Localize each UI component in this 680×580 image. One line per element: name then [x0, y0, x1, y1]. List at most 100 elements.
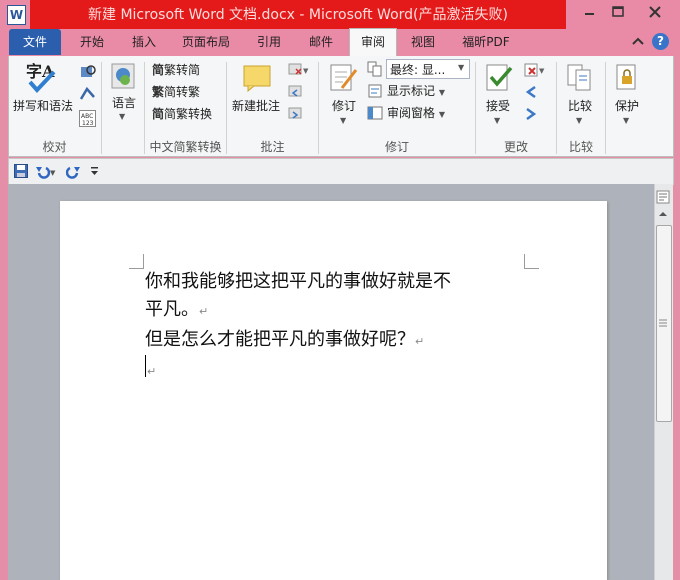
customize-toolbar-icon[interactable]: [90, 165, 100, 180]
window-title: 新建 Microsoft Word 文档.docx - Microsoft Wo…: [88, 7, 508, 23]
svg-text:▼: ▼: [303, 67, 309, 75]
group-label-comments: 批注: [260, 140, 285, 154]
tab-view[interactable]: 视图: [401, 29, 445, 55]
conversion-button[interactable]: 简简繁转换: [152, 105, 212, 122]
previous-comment-icon[interactable]: [287, 84, 303, 103]
group-label-proofing: 校对: [42, 140, 67, 154]
to-simplified-label: 简转繁: [164, 85, 201, 99]
svg-text:ABC: ABC: [81, 113, 93, 120]
language-icon: [110, 62, 138, 95]
paragraph-mark: ↵: [415, 335, 425, 348]
minimize-icon: [585, 13, 594, 15]
accept-button[interactable]: 接受: [486, 97, 510, 114]
track-changes-dropdown-icon[interactable]: ▼: [340, 116, 346, 125]
close-button[interactable]: [633, 0, 677, 24]
show-markup-label: 显示标记: [387, 84, 436, 98]
language-dropdown-icon[interactable]: ▼: [119, 112, 125, 121]
reject-icon[interactable]: ▼: [523, 62, 547, 81]
track-changes-button[interactable]: 修订: [332, 97, 356, 114]
display-for-review-icon: [367, 61, 383, 80]
to-traditional-button[interactable]: 简繁转简: [152, 61, 200, 78]
compare-button[interactable]: 比较: [568, 97, 592, 114]
paragraph-mark: ↵: [199, 305, 209, 318]
previous-change-icon[interactable]: [523, 84, 539, 103]
crop-mark: [129, 254, 144, 269]
research-icon[interactable]: [79, 64, 97, 83]
close-icon: [649, 6, 661, 18]
chevron-down-icon: ▼: [438, 88, 445, 97]
chevron-down-icon: ▼: [438, 110, 445, 119]
language-button[interactable]: 语言: [112, 94, 136, 111]
compare-dropdown-icon[interactable]: ▼: [576, 116, 582, 125]
to-traditional-label: 繁转简: [164, 63, 201, 77]
doc-line-text: 平凡。: [145, 299, 199, 320]
group-separator: [101, 62, 102, 154]
tab-references[interactable]: 引用: [247, 29, 291, 55]
spelling-grammar-icon: 字A: [22, 60, 64, 97]
tab-file[interactable]: 文件: [9, 29, 61, 55]
save-icon[interactable]: [14, 164, 28, 181]
crop-mark: [524, 254, 539, 269]
tab-foxit-pdf[interactable]: 福昕PDF: [454, 29, 518, 55]
doc-line-text: 但是怎么才能把平凡的事做好呢？: [145, 329, 415, 350]
doc-line: 平凡。↵: [145, 296, 545, 326]
tab-page-layout[interactable]: 页面布局: [176, 29, 236, 55]
tab-review[interactable]: 审阅: [349, 28, 397, 57]
to-simplified-button[interactable]: 繁简转繁: [152, 83, 200, 100]
maximize-icon: [612, 6, 624, 17]
show-markup-button[interactable]: 显示标记 ▼: [387, 82, 445, 99]
protect-dropdown-icon[interactable]: ▼: [623, 116, 629, 125]
thesaurus-icon[interactable]: [79, 86, 97, 106]
reviewing-pane-icon: [367, 105, 383, 124]
protect-button[interactable]: 保护: [615, 97, 639, 114]
group-label-changes: 更改: [503, 140, 528, 154]
show-markup-icon: [367, 83, 383, 102]
undo-icon[interactable]: ▼: [34, 163, 58, 182]
help-button[interactable]: ?: [652, 33, 669, 50]
ruler-toggle-icon[interactable]: [656, 190, 670, 207]
group-separator: [605, 62, 606, 154]
minimize-button[interactable]: [575, 0, 604, 24]
collapse-ribbon-button[interactable]: [631, 35, 645, 52]
accept-dropdown-icon[interactable]: ▼: [494, 116, 500, 125]
word-logo-icon[interactable]: W: [7, 5, 26, 25]
doc-line: 你和我能够把这把平凡的事做好就是不: [145, 271, 451, 292]
group-label-chinese-conversion: 中文简繁转换: [149, 140, 222, 154]
new-comment-icon: [242, 64, 274, 95]
word-count-icon[interactable]: ABC 123: [79, 110, 97, 131]
new-comment-button[interactable]: 新建批注: [232, 97, 280, 114]
protect-icon: [613, 62, 641, 97]
next-comment-icon[interactable]: [287, 106, 303, 125]
chevron-up-icon: [632, 37, 644, 45]
compare-icon: [566, 62, 594, 97]
maximize-button[interactable]: [604, 0, 633, 24]
paragraph-mark: ↵: [147, 365, 157, 378]
conversion-icon: 简: [152, 107, 165, 121]
doc-line: ↵: [145, 356, 545, 386]
display-mode-value: 最终: 显...: [390, 63, 446, 77]
group-label-tracking: 修订: [384, 140, 409, 154]
track-changes-icon: [328, 62, 360, 97]
next-change-icon[interactable]: [523, 106, 539, 125]
display-mode-select[interactable]: 最终: 显... ▼: [386, 59, 470, 79]
svg-text:▼: ▼: [539, 67, 545, 75]
doc-line: 但是怎么才能把平凡的事做好呢？↵: [145, 326, 545, 356]
document-body[interactable]: 你和我能够把这把平凡的事做好就是不 平凡。↵ 但是怎么才能把平凡的事做好呢？↵ …: [145, 268, 545, 386]
grip-icon: [659, 316, 667, 330]
svg-text:123: 123: [82, 120, 94, 127]
tab-home[interactable]: 开始: [70, 29, 114, 55]
group-label-compare: 比较: [568, 140, 593, 154]
scroll-up-icon[interactable]: [656, 208, 670, 223]
tab-mailings[interactable]: 邮件: [299, 29, 343, 55]
reviewing-pane-label: 审阅窗格: [387, 106, 436, 120]
svg-text:▼: ▼: [50, 169, 56, 177]
to-simplified-icon: 繁: [152, 85, 165, 99]
spelling-grammar-button[interactable]: 拼写和语法: [13, 97, 73, 114]
redo-icon[interactable]: [65, 163, 82, 182]
conversion-label: 简繁转换: [164, 107, 213, 121]
accept-icon: [484, 62, 516, 97]
tab-insert[interactable]: 插入: [122, 29, 166, 55]
delete-comment-icon[interactable]: ▼: [287, 62, 311, 81]
to-traditional-icon: 简: [152, 63, 165, 77]
reviewing-pane-button[interactable]: 审阅窗格 ▼: [387, 104, 445, 121]
